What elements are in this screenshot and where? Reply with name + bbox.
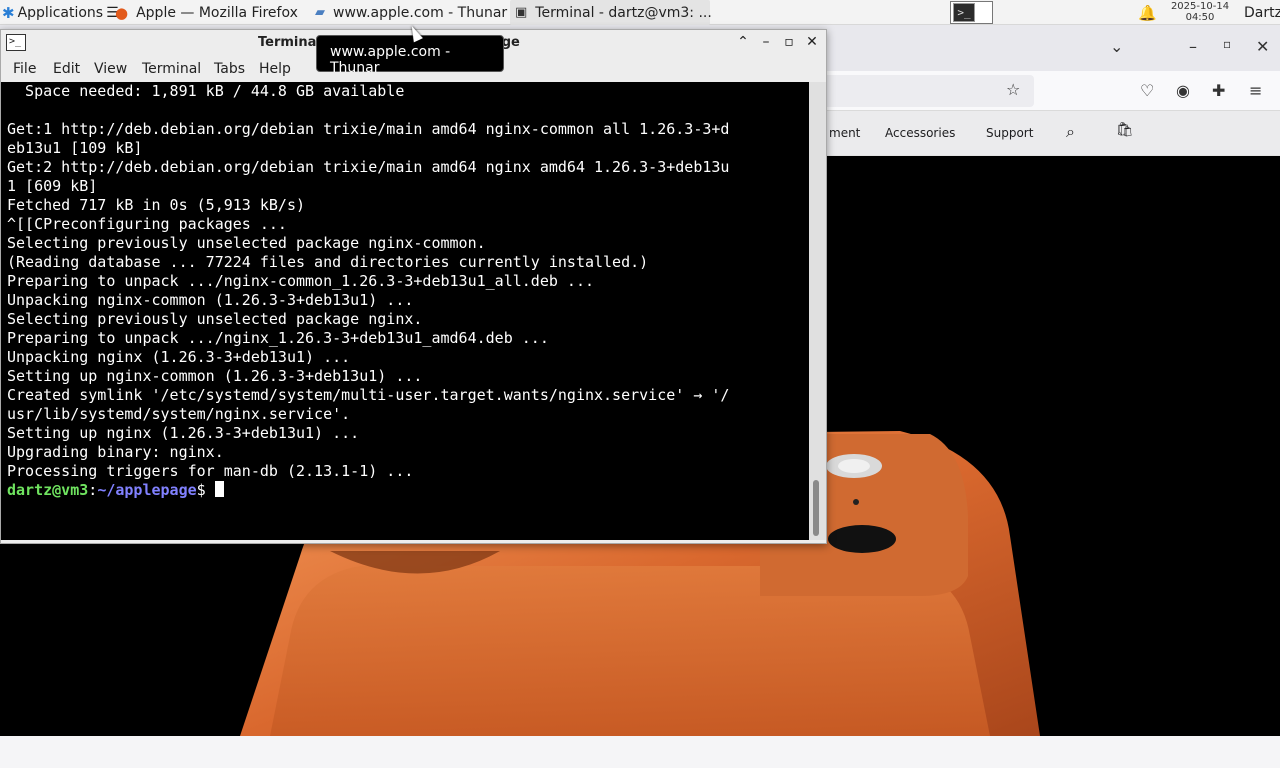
notification-bell-icon[interactable]: 🔔	[1138, 0, 1157, 25]
console-line: Space needed: 1,891 kB / 44.8 GB availab…	[7, 82, 405, 100]
account-icon[interactable]: ◉	[1176, 81, 1190, 100]
nav-item-accessories[interactable]: Accessories	[885, 126, 955, 140]
close-icon[interactable]: ✕	[1256, 37, 1269, 56]
terminal-window: >_ Terminal - dartz@vm3: ~/applepage ⌃ –…	[0, 29, 827, 544]
console-output: Space needed: 1,891 kB / 44.8 GB availab…	[1, 82, 809, 481]
taskbar-label: Apple — Mozilla Firefox	[136, 4, 298, 21]
pocket-icon[interactable]: ♡	[1140, 81, 1154, 100]
clock-time: 04:50	[1185, 12, 1215, 23]
search-icon[interactable]: ⌕	[1066, 122, 1075, 142]
console-line: Upgrading binary: nginx.	[7, 443, 224, 461]
terminal-console[interactable]: Space needed: 1,891 kB / 44.8 GB availab…	[1, 82, 809, 540]
console-line: eb13u1 [109 kB]	[7, 139, 143, 157]
bag-icon[interactable]: 🛍	[1116, 122, 1134, 138]
menu-icon[interactable]: ≡	[1249, 81, 1262, 100]
console-line: 1 [609 kB]	[7, 177, 98, 195]
console-line: Setting up nginx (1.26.3-3+deb13u1) ...	[7, 424, 360, 442]
menu-view[interactable]: View	[94, 61, 127, 77]
workspace-window-thumb: >_	[953, 3, 975, 22]
console-line: ^[[CPreconfiguring packages ...	[7, 215, 287, 233]
prompt-line: dartz@vm3:~/applepage$	[1, 481, 809, 500]
prompt-path: ~/applepage	[97, 481, 197, 499]
minimize-icon[interactable]: –	[1189, 37, 1197, 56]
taskbar-item-terminal[interactable]: ▣ Terminal - dartz@vm3: ...	[510, 0, 712, 25]
taskbar-item-thunar[interactable]: ▰ www.apple.com - Thunar	[310, 0, 508, 25]
extensions-icon[interactable]: ✚	[1212, 81, 1225, 100]
console-line: Unpacking nginx-common (1.26.3-3+deb13u1…	[7, 291, 414, 309]
clock-date: 2025-10-14	[1170, 1, 1230, 12]
applications-label: Applications	[17, 4, 104, 21]
page-footer-strip	[0, 736, 1280, 768]
console-line: Get:1 http://deb.debian.org/debian trixi…	[7, 120, 730, 138]
user-menu[interactable]: Dartz	[1244, 0, 1280, 25]
menu-tabs[interactable]: Tabs	[214, 61, 245, 77]
terminal-icon: ▣	[515, 5, 528, 20]
chevron-down-icon[interactable]: ⌄	[1110, 37, 1123, 56]
menu-terminal[interactable]: Terminal	[142, 61, 201, 77]
taskbar-tooltip: www.apple.com - Thunar	[316, 35, 504, 76]
taskbar-item-firefox[interactable]: ● Apple — Mozilla Firefox	[110, 0, 306, 25]
top-panel: ✱ Applications ☰ ● Apple — Mozilla Firef…	[0, 0, 1280, 25]
console-line: Processing triggers for man-db (2.13.1-1…	[7, 462, 414, 480]
taskbar-label: www.apple.com - Thunar	[333, 4, 508, 21]
shade-button[interactable]: ⌃	[734, 34, 752, 50]
console-line: Selecting previously unselected package …	[7, 234, 486, 252]
menu-help[interactable]: Help	[259, 61, 291, 77]
text-cursor	[214, 481, 224, 497]
console-line: Setting up nginx-common (1.26.3-3+deb13u…	[7, 367, 423, 385]
workspace-switcher[interactable]: >_	[950, 1, 993, 24]
prompt-user: dartz@vm3	[7, 481, 89, 499]
close-button[interactable]: ✕	[803, 34, 821, 50]
firefox-icon: ●	[115, 3, 129, 22]
applications-menu[interactable]: ✱ Applications ☰	[2, 0, 119, 25]
taskbar-label: Terminal - dartz@vm3: ...	[535, 4, 712, 21]
folder-icon: ▰	[315, 5, 325, 20]
prompt-separator: :	[88, 481, 98, 499]
console-line: Fetched 717 kB in 0s (5,913 kB/s)	[7, 196, 306, 214]
menu-edit[interactable]: Edit	[53, 61, 80, 77]
console-line: Preparing to unpack .../nginx-common_1.2…	[7, 272, 594, 290]
console-line: usr/lib/systemd/system/nginx.service'.	[7, 405, 351, 423]
terminal-icon: >_	[6, 34, 26, 51]
minimize-button[interactable]: –	[757, 34, 775, 50]
maximize-button[interactable]: ▫	[780, 34, 798, 50]
nav-item-entertainment[interactable]: ment	[829, 126, 860, 140]
console-line: Unpacking nginx (1.26.3-3+deb13u1) ...	[7, 348, 351, 366]
console-line: Preparing to unpack .../nginx_1.26.3-3+d…	[7, 329, 549, 347]
console-line: (Reading database ... 77224 files and di…	[7, 253, 649, 271]
console-line: Created symlink '/etc/systemd/system/mul…	[7, 386, 730, 404]
maximize-icon[interactable]: ▫	[1223, 37, 1231, 51]
bookmark-star-icon[interactable]: ☆	[1006, 80, 1020, 99]
menu-file[interactable]: File	[13, 61, 36, 77]
scrollbar-thumb[interactable]	[813, 480, 819, 536]
prompt-dollar: $	[196, 481, 215, 499]
xfce-logo-icon: ✱	[2, 3, 15, 22]
nav-item-support[interactable]: Support	[986, 126, 1033, 140]
clock[interactable]: 2025-10-14 04:50	[1162, 1, 1238, 23]
terminal-scrollbar[interactable]	[809, 82, 826, 540]
url-bar[interactable]: ☆	[820, 75, 1034, 107]
console-line: Get:2 http://deb.debian.org/debian trixi…	[7, 158, 730, 176]
console-line: Selecting previously unselected package …	[7, 310, 423, 328]
